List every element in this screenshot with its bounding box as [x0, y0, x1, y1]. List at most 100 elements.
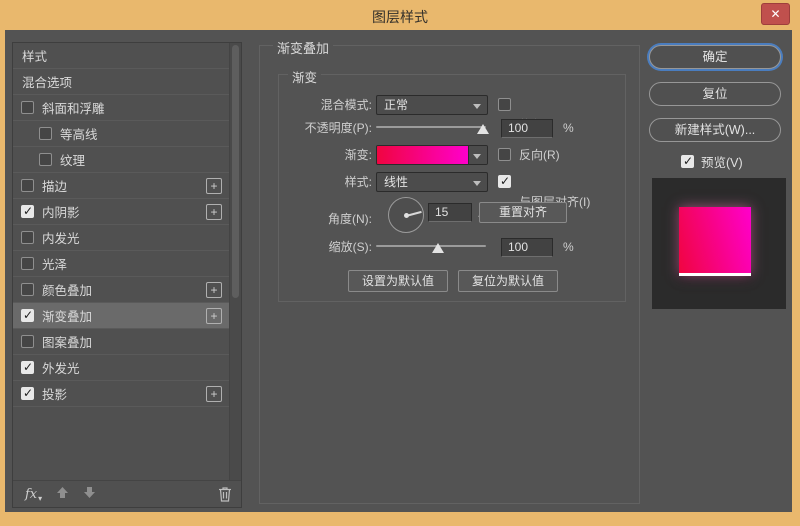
sidebar-item-混合选项[interactable]: 混合选项: [13, 69, 229, 95]
scale-slider[interactable]: [376, 237, 486, 257]
gradient-dropdown[interactable]: [468, 146, 487, 164]
sidebar-item-斜面和浮雕[interactable]: 斜面和浮雕: [13, 95, 229, 121]
sidebar-item-颜色叠加[interactable]: 颜色叠加 +: [13, 277, 229, 303]
style-checkbox[interactable]: [21, 309, 34, 322]
angle-dial-center: [404, 213, 409, 218]
group-title: 渐变: [288, 67, 321, 86]
blend-mode-label: 混合模式:: [279, 95, 372, 116]
scale-unit: %: [563, 237, 574, 258]
style-checkbox[interactable]: [21, 335, 34, 348]
opacity-unit: %: [563, 118, 574, 139]
gradient-overlay-panel: 渐变叠加 渐变 混合模式: 正常 仿色 不透明度(P):: [259, 45, 640, 504]
sidebar-item-label: 渐变叠加: [42, 306, 92, 325]
style-checkbox[interactable]: [39, 153, 52, 166]
sidebar-item-label: 内发光: [42, 228, 80, 247]
sidebar-item-投影[interactable]: 投影 +: [13, 381, 229, 407]
gradient-label: 渐变:: [279, 145, 372, 166]
preview-checkbox[interactable]: [681, 155, 694, 168]
opacity-slider-track[interactable]: [376, 126, 486, 128]
angle-label: 角度(N):: [279, 199, 372, 239]
sidebar-item-纹理[interactable]: 纹理: [13, 147, 229, 173]
style-checkbox[interactable]: [21, 231, 34, 244]
sidebar-item-描边[interactable]: 描边 +: [13, 173, 229, 199]
scale-row: 缩放(S): 100 %: [279, 237, 625, 258]
sidebar-item-label: 外发光: [42, 358, 80, 377]
sidebar-item-样式[interactable]: 样式: [13, 43, 229, 69]
scale-slider-thumb[interactable]: [432, 243, 444, 253]
delete-style-icon[interactable]: [218, 486, 232, 505]
sidebar-list: 样式混合选项斜面和浮雕等高线纹理描边 + 内阴影 + 内发光光泽颜色叠加 + 渐变叠加 + 图案…: [13, 43, 229, 480]
blend-mode-select[interactable]: 正常: [376, 95, 488, 115]
opacity-row: 不透明度(P): 100 %: [279, 118, 625, 139]
reverse-checkbox[interactable]: [498, 148, 511, 161]
angle-dial[interactable]: [388, 197, 424, 233]
opacity-input[interactable]: 100: [501, 119, 553, 138]
titlebar[interactable]: 图层样式 ✕: [0, 0, 800, 30]
opacity-slider-thumb[interactable]: [477, 124, 489, 134]
gradient-picker[interactable]: [376, 145, 488, 165]
style-checkbox[interactable]: [21, 361, 34, 374]
close-icon: ✕: [770, 7, 780, 21]
style-list-sidebar: 样式混合选项斜面和浮雕等高线纹理描边 + 内阴影 + 内发光光泽颜色叠加 + 渐变叠加 + 图案…: [12, 42, 242, 508]
set-default-button[interactable]: 设置为默认值: [348, 270, 448, 292]
fx-caret-icon: ▾: [38, 494, 42, 503]
style-select[interactable]: 线性: [376, 172, 488, 192]
style-checkbox[interactable]: [21, 387, 34, 400]
sidebar-item-label: 颜色叠加: [42, 280, 92, 299]
move-up-icon[interactable]: [56, 486, 69, 502]
sidebar-item-内阴影[interactable]: 内阴影 +: [13, 199, 229, 225]
sidebar-item-label: 等高线: [60, 124, 98, 143]
fx-icon[interactable]: fx: [25, 487, 37, 502]
style-value: 线性: [384, 175, 408, 189]
sidebar-item-label: 斜面和浮雕: [42, 98, 105, 117]
add-effect-icon[interactable]: +: [206, 178, 222, 194]
style-checkbox[interactable]: [21, 179, 34, 192]
add-effect-icon[interactable]: +: [206, 282, 222, 298]
sidebar-item-label: 投影: [42, 384, 67, 403]
dither-checkbox[interactable]: [498, 98, 511, 111]
sidebar-item-内发光[interactable]: 内发光: [13, 225, 229, 251]
add-effect-icon[interactable]: +: [206, 308, 222, 324]
blend-mode-value: 正常: [384, 98, 408, 112]
opacity-label: 不透明度(P):: [279, 118, 372, 139]
preview-label: 预览(V): [701, 152, 743, 171]
sidebar-item-渐变叠加[interactable]: 渐变叠加 +: [13, 303, 229, 329]
sidebar-item-label: 样式: [22, 46, 47, 65]
reset-default-button[interactable]: 复位为默认值: [458, 270, 558, 292]
reverse-label: 反向(R): [519, 145, 560, 166]
style-checkbox[interactable]: [21, 257, 34, 270]
sidebar-item-label: 描边: [42, 176, 67, 195]
align-with-layer-checkbox[interactable]: [498, 175, 511, 188]
opacity-slider[interactable]: [376, 118, 486, 138]
chevron-down-icon: [473, 104, 481, 109]
scrollbar-thumb[interactable]: [232, 45, 239, 298]
sidebar-scrollbar[interactable]: [229, 43, 241, 480]
dialog-body: 样式混合选项斜面和浮雕等高线纹理描边 + 内阴影 + 内发光光泽颜色叠加 + 渐变叠加 + 图案…: [5, 30, 792, 512]
sidebar-item-外发光[interactable]: 外发光: [13, 355, 229, 381]
ok-button[interactable]: 确定: [649, 45, 781, 69]
panel-title: 渐变叠加: [273, 38, 333, 57]
scale-input[interactable]: 100: [501, 238, 553, 257]
reset-align-button[interactable]: 重置对齐: [479, 202, 567, 223]
sidebar-item-光泽[interactable]: 光泽: [13, 251, 229, 277]
sidebar-item-label: 图案叠加: [42, 332, 92, 351]
scale-label: 缩放(S):: [279, 237, 372, 258]
sidebar-item-图案叠加[interactable]: 图案叠加: [13, 329, 229, 355]
style-checkbox[interactable]: [39, 127, 52, 140]
add-effect-icon[interactable]: +: [206, 204, 222, 220]
sidebar-item-label: 内阴影: [42, 202, 80, 221]
reset-button[interactable]: 复位: [649, 82, 781, 106]
style-checkbox[interactable]: [21, 205, 34, 218]
move-down-icon[interactable]: [83, 486, 96, 502]
new-style-button[interactable]: 新建样式(W)...: [649, 118, 781, 142]
add-effect-icon[interactable]: +: [206, 386, 222, 402]
style-checkbox[interactable]: [21, 283, 34, 296]
chevron-down-icon: [473, 154, 481, 159]
sidebar-item-等高线[interactable]: 等高线: [13, 121, 229, 147]
gradient-swatch[interactable]: [377, 146, 468, 164]
angle-input[interactable]: 15: [428, 203, 472, 222]
style-checkbox[interactable]: [21, 101, 34, 114]
window-title: 图层样式: [0, 7, 800, 27]
style-label: 样式:: [279, 172, 372, 193]
close-button[interactable]: ✕: [761, 3, 790, 25]
